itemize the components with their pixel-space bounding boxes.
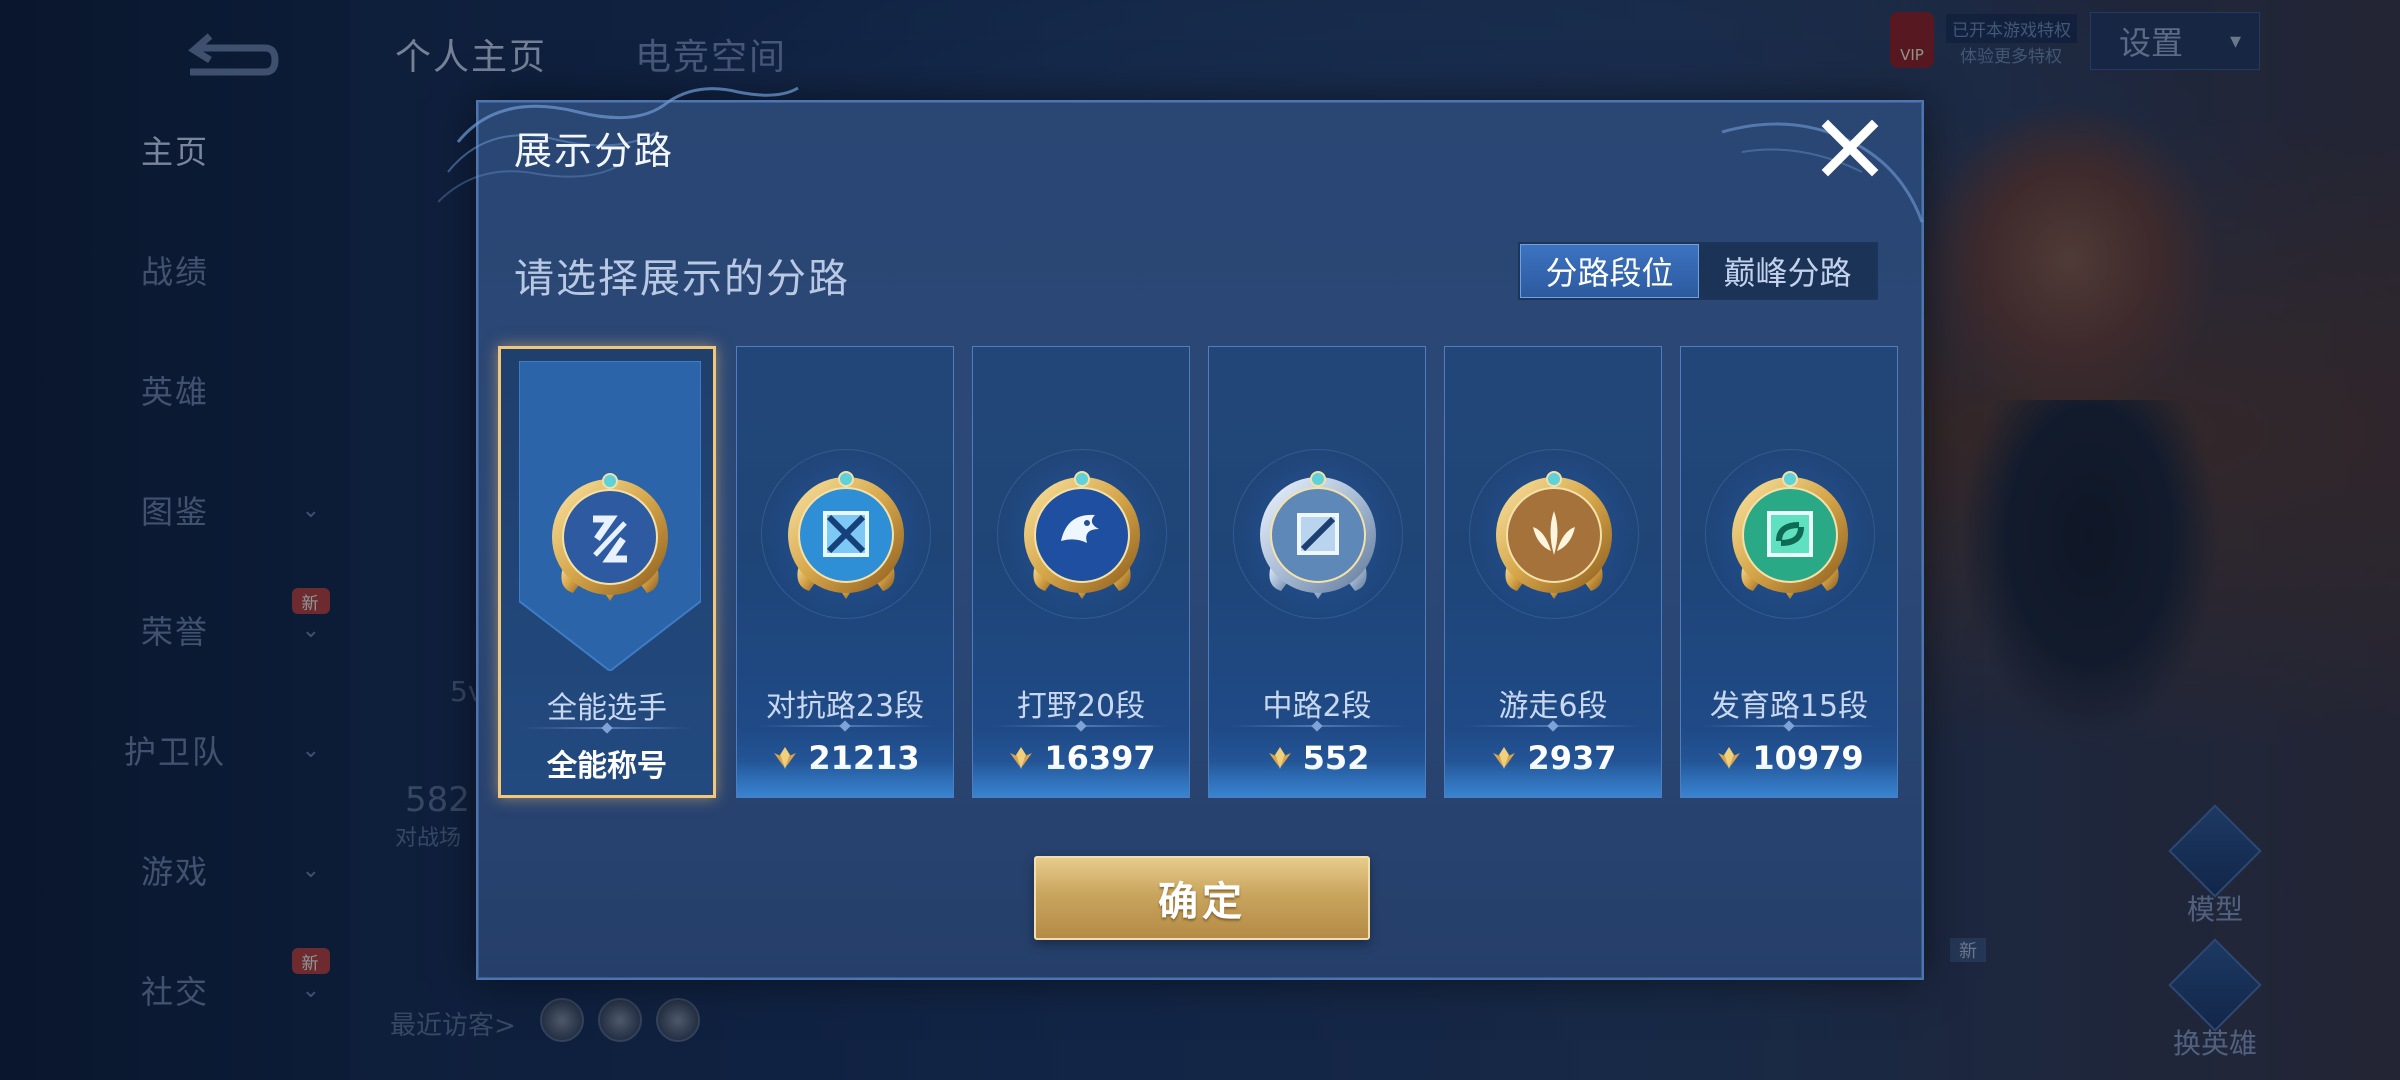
divider bbox=[757, 725, 933, 727]
divider bbox=[1229, 725, 1405, 727]
display-lane-dialog: 展示分路 请选择展示的分路 分路段位 巅峰分路 全能选手 全能称号 对抗路23段 21… bbox=[438, 86, 1924, 980]
lane-card[interactable]: 中路2段 552 bbox=[1208, 346, 1426, 798]
confirm-button[interactable]: 确定 bbox=[1034, 856, 1370, 940]
lane-mode-toggle: 分路段位 巅峰分路 bbox=[1518, 242, 1878, 300]
card-glow bbox=[1445, 761, 1661, 797]
dialog-subtitle: 请选择展示的分路 bbox=[514, 256, 850, 302]
farm-lane-emblem-icon bbox=[1732, 471, 1848, 599]
toggle-peak-lane[interactable]: 巅峰分路 bbox=[1699, 244, 1876, 298]
card-glow bbox=[1209, 761, 1425, 797]
mid-lane-emblem-icon bbox=[1260, 471, 1376, 599]
roam-emblem-icon bbox=[1496, 471, 1612, 599]
card-glow bbox=[973, 761, 1189, 797]
lane-name: 全能选手 bbox=[547, 691, 667, 726]
lane-card[interactable]: 对抗路23段 21213 bbox=[736, 346, 954, 798]
lane-card[interactable]: 游走6段 2937 bbox=[1444, 346, 1662, 798]
all-round-emblem-icon bbox=[552, 473, 668, 601]
lane-name: 游走6段 bbox=[1498, 689, 1608, 724]
lane-card-list: 全能选手 全能称号 对抗路23段 21213 打野20段 16397 中路2段 552 游走6段… bbox=[498, 346, 1908, 800]
lane-name: 对抗路23段 bbox=[765, 689, 925, 724]
close-icon[interactable] bbox=[1818, 116, 1882, 180]
lane-card[interactable]: 全能选手 全能称号 bbox=[498, 346, 716, 798]
lane-card[interactable]: 发育路15段 10979 bbox=[1680, 346, 1898, 798]
clash-lane-emblem-icon bbox=[788, 471, 904, 599]
lane-name: 打野20段 bbox=[1016, 689, 1146, 724]
lane-name: 发育路15段 bbox=[1709, 689, 1869, 724]
divider bbox=[1701, 725, 1877, 727]
divider bbox=[993, 725, 1169, 727]
jungle-emblem-icon bbox=[1024, 471, 1140, 599]
dialog-title: 展示分路 bbox=[514, 129, 675, 173]
toggle-lane-rank[interactable]: 分路段位 bbox=[1520, 244, 1699, 298]
divider bbox=[521, 727, 693, 729]
lane-card[interactable]: 打野20段 16397 bbox=[972, 346, 1190, 798]
card-glow bbox=[1681, 761, 1897, 797]
divider bbox=[1465, 725, 1641, 727]
card-glow bbox=[737, 761, 953, 797]
lane-name: 中路2段 bbox=[1262, 689, 1372, 724]
lane-title-label: 全能称号 bbox=[547, 749, 667, 784]
